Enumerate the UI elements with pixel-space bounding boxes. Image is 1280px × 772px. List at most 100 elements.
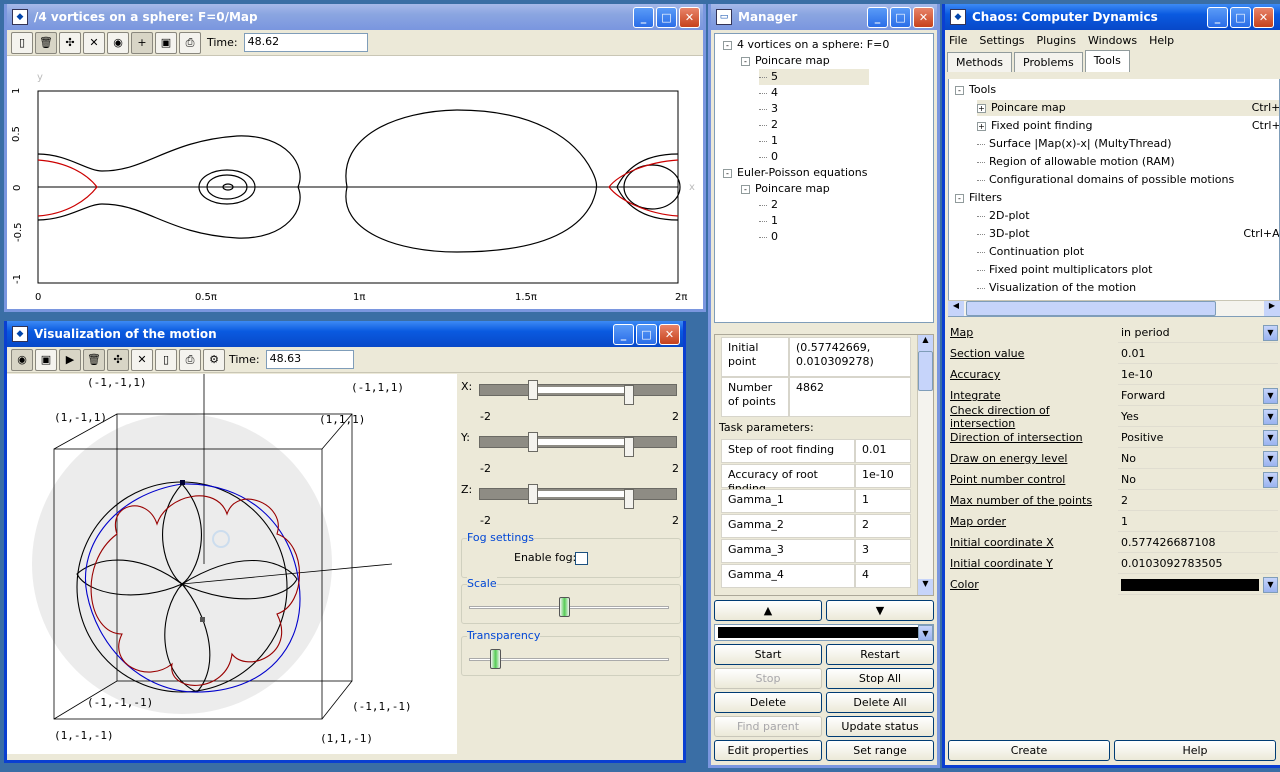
tree-node[interactable]: Configurational domains of possible moti… xyxy=(977,172,1279,188)
set-range-button[interactable]: Set range xyxy=(826,740,934,761)
motion-3d-view[interactable]: × (-1,-1,1) (-1,1,1) (1,-1,1) (1,1,1) (-… xyxy=(7,374,457,754)
tree-node[interactable]: 2 xyxy=(759,197,778,213)
property-value[interactable]: ▼ xyxy=(1118,575,1278,595)
find-parent-button[interactable]: Find parent xyxy=(714,716,822,737)
maximize-button[interactable]: □ xyxy=(636,324,657,345)
minimize-button[interactable]: _ xyxy=(613,324,634,345)
tree-node[interactable]: + Fixed point finding Ctrl+F xyxy=(977,118,1279,134)
camera-icon[interactable]: ◉ xyxy=(107,31,129,54)
tree-node[interactable]: 2 xyxy=(759,117,778,133)
chevron-down-icon[interactable]: ▼ xyxy=(1263,408,1278,425)
trash-icon[interactable]: 🗑 xyxy=(35,31,57,54)
expand-icon[interactable]: + xyxy=(977,121,986,131)
scroll-thumb[interactable] xyxy=(966,301,1216,316)
zoom-fit-icon[interactable]: ✣ xyxy=(107,348,129,371)
property-value[interactable]: 2 xyxy=(1118,491,1278,511)
stop-button[interactable]: Stop xyxy=(714,668,822,689)
menu-plugins[interactable]: Plugins xyxy=(1037,34,1076,47)
tree-node[interactable]: - Filters xyxy=(955,190,1279,206)
settings-icon[interactable]: ⚙ xyxy=(203,348,225,371)
scroll-down-icon[interactable]: ▼ xyxy=(918,579,933,595)
menu-settings[interactable]: Settings xyxy=(979,34,1024,47)
z-slider[interactable] xyxy=(479,484,677,509)
tree-node[interactable]: Surface |Map(x)-x| (MultyThread) xyxy=(977,136,1279,152)
move-up-button[interactable]: ▲ xyxy=(714,600,822,621)
param-value[interactable]: 3 xyxy=(855,539,911,563)
param-value[interactable]: 2 xyxy=(855,514,911,538)
time-input[interactable]: 48.62 xyxy=(243,33,368,52)
expand-icon[interactable]: + xyxy=(977,103,986,113)
param-value[interactable]: 4 xyxy=(855,564,911,588)
tree-node[interactable]: Continuation plot xyxy=(977,244,1279,260)
tree-node[interactable]: 0 xyxy=(759,229,778,245)
minimize-button[interactable]: _ xyxy=(633,7,654,28)
minimize-button[interactable]: _ xyxy=(1207,7,1228,28)
tree-node[interactable]: -4 vortices on a sphere: F=0 xyxy=(723,37,889,53)
property-value[interactable]: Yes ▼ xyxy=(1118,407,1278,427)
poincare-plot[interactable]: y x 1 0.5 0 -0.5 -1 0 0.5π 1π 1.5π 2π xyxy=(7,56,703,309)
property-value[interactable]: 0.01 xyxy=(1118,344,1278,364)
tree-node[interactable]: Region of allowable motion (RAM) xyxy=(977,154,1279,170)
chevron-down-icon[interactable]: ▼ xyxy=(1263,429,1278,446)
tree-node[interactable]: 0 xyxy=(759,149,778,165)
tree-node[interactable]: Fixed point multiplicators plot xyxy=(977,262,1279,278)
map-window-titlebar[interactable]: ◆ /4 vortices on a sphere: F=0/Map _ □ ✕ xyxy=(7,4,703,30)
chevron-down-icon[interactable]: ▼ xyxy=(1263,576,1278,593)
tree-node[interactable]: 1 xyxy=(759,133,778,149)
property-value[interactable]: 1e-10 xyxy=(1118,365,1278,385)
chevron-down-icon[interactable]: ▼ xyxy=(1263,450,1278,467)
y-slider[interactable] xyxy=(479,432,677,457)
menu-windows[interactable]: Windows xyxy=(1088,34,1137,47)
tree-node[interactable]: 4 xyxy=(759,85,778,101)
collapse-icon[interactable]: - xyxy=(723,168,732,178)
close-button[interactable]: ✕ xyxy=(679,7,700,28)
property-value[interactable]: in period ▼ xyxy=(1118,323,1278,343)
close-button[interactable]: ✕ xyxy=(913,7,934,28)
menu-help[interactable]: Help xyxy=(1149,34,1174,47)
delete-all-button[interactable]: Delete All xyxy=(826,692,934,713)
param-value[interactable]: 1e-10 xyxy=(855,464,911,488)
scroll-right-icon[interactable]: ▶ xyxy=(1264,301,1280,316)
maximize-button[interactable]: □ xyxy=(656,7,677,28)
property-value[interactable]: No ▼ xyxy=(1118,470,1278,490)
camera-icon[interactable]: ◉ xyxy=(11,348,33,371)
tree-node[interactable]: - Poincare map xyxy=(741,181,830,197)
param-value[interactable]: 1 xyxy=(855,489,911,513)
time-input[interactable]: 48.63 xyxy=(265,350,354,369)
video-icon[interactable]: ▶ xyxy=(59,348,81,371)
save-icon[interactable]: ▣ xyxy=(35,348,57,371)
minimize-button[interactable]: _ xyxy=(867,7,888,28)
collapse-icon[interactable]: - xyxy=(723,40,732,50)
enable-fog-checkbox[interactable] xyxy=(575,552,588,565)
new-file-icon[interactable]: ▯ xyxy=(155,348,177,371)
save-icon[interactable]: ▣ xyxy=(155,31,177,54)
chevron-down-icon[interactable]: ▼ xyxy=(1263,324,1278,341)
scroll-left-icon[interactable]: ◀ xyxy=(948,301,964,316)
tree-node[interactable]: - Euler-Poisson equations xyxy=(723,165,868,181)
update-status-button[interactable]: Update status xyxy=(826,716,934,737)
tab-tools[interactable]: Tools xyxy=(1084,50,1130,72)
tools-tree[interactable]: -Tools+Poincare mapCtrl+P+Fixed point fi… xyxy=(948,79,1280,317)
manager-titlebar[interactable]: ▭ Manager _ □ ✕ xyxy=(711,4,937,30)
delete-button[interactable]: Delete xyxy=(714,692,822,713)
properties-scrollbar[interactable]: ▲ ▼ xyxy=(917,335,933,595)
collapse-icon[interactable]: - xyxy=(741,184,750,194)
maximize-button[interactable]: □ xyxy=(890,7,911,28)
x-slider[interactable] xyxy=(479,380,677,405)
maximize-button[interactable]: □ xyxy=(1230,7,1251,28)
edit-properties-button[interactable]: Edit properties xyxy=(714,740,822,761)
property-value[interactable]: 1 xyxy=(1118,512,1278,532)
tree-node[interactable]: 5 xyxy=(759,69,869,85)
tree-node[interactable]: 3 xyxy=(759,101,778,117)
create-button[interactable]: Create xyxy=(948,740,1110,761)
tree-node[interactable]: + Poincare map Ctrl+P xyxy=(977,100,1279,116)
tab-problems[interactable]: Problems xyxy=(1014,52,1083,72)
stop-all-button[interactable]: Stop All xyxy=(826,668,934,689)
collapse-icon[interactable]: - xyxy=(955,193,964,203)
scroll-thumb[interactable] xyxy=(918,351,933,391)
property-value[interactable]: No ▼ xyxy=(1118,449,1278,469)
color-select[interactable]: ▼ xyxy=(714,624,934,641)
crosshair-icon[interactable]: + xyxy=(131,31,153,54)
move-down-button[interactable]: ▼ xyxy=(826,600,934,621)
tree-node[interactable]: 1 xyxy=(759,213,778,229)
